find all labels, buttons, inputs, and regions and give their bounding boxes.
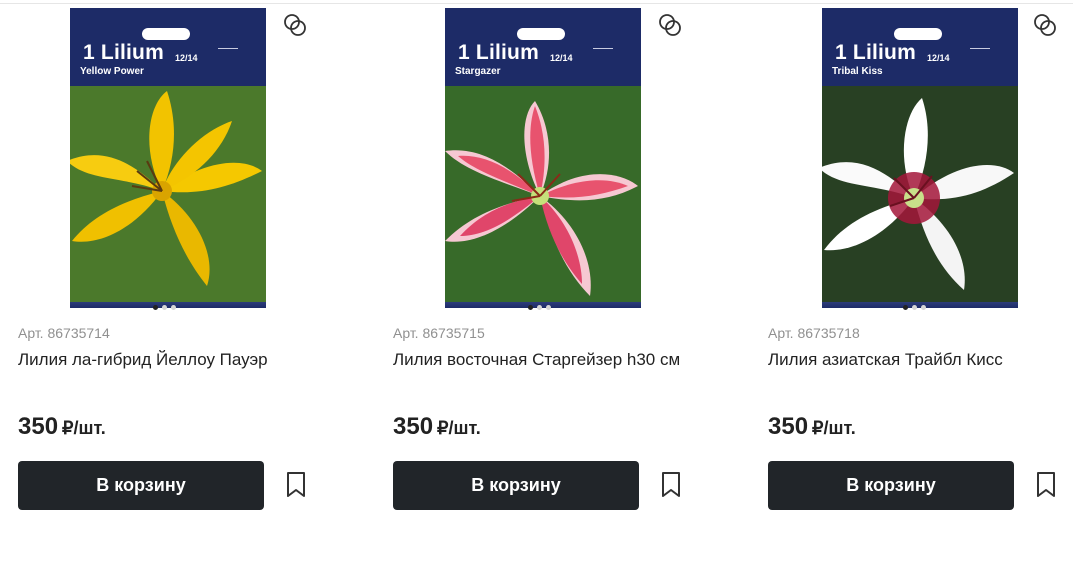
product-card: 1 Lilium 12/14 Yellow Power Арт. 8673571… — [0, 0, 320, 567]
price-unit: ₽/шт. — [812, 418, 856, 438]
package-title: 1 Lilium — [83, 41, 164, 64]
pagination-dot[interactable] — [921, 304, 926, 310]
pagination-dot[interactable] — [162, 304, 167, 310]
product-price: 350 ₽/шт. — [18, 413, 106, 441]
package-dash — [970, 48, 990, 49]
package-header: 1 Lilium 12/14 Yellow Power — [70, 8, 266, 93]
product-price: 350 ₽/шт. — [768, 413, 856, 441]
package-size: 12/14 — [927, 53, 950, 63]
image-pagination[interactable] — [903, 303, 926, 311]
price-unit: ₽/шт. — [437, 418, 481, 438]
compare-icon[interactable] — [282, 12, 308, 38]
package-title: 1 Lilium — [458, 41, 539, 64]
lily-photo — [822, 86, 1018, 308]
product-image[interactable]: 1 Lilium 12/14 Tribal Kiss — [822, 8, 1018, 308]
package-variety: Stargazer — [455, 66, 501, 77]
product-image[interactable]: 1 Lilium 12/14 Stargazer — [445, 8, 641, 308]
package-variety: Yellow Power — [80, 66, 144, 77]
package-dash — [593, 48, 613, 49]
pagination-dot-active[interactable] — [528, 304, 533, 310]
pagination-dot[interactable] — [912, 304, 917, 310]
package-header: 1 Lilium 12/14 Stargazer — [445, 8, 641, 93]
product-sku: Арт. 86735714 — [18, 325, 110, 341]
package-title: 1 Lilium — [835, 41, 916, 64]
product-sku: Арт. 86735715 — [393, 325, 485, 341]
bookmark-icon[interactable] — [660, 471, 682, 499]
package-header: 1 Lilium 12/14 Tribal Kiss — [822, 8, 1018, 93]
price-unit: ₽/шт. — [62, 418, 106, 438]
price-value: 350 — [768, 413, 809, 440]
add-to-cart-button[interactable]: В корзину — [393, 461, 639, 510]
lily-photo — [70, 86, 266, 308]
price-value: 350 — [18, 413, 59, 440]
product-name[interactable]: Лилия ла-гибрид Йеллоу Пауэр — [18, 348, 318, 372]
pagination-dot-active[interactable] — [153, 304, 158, 310]
bookmark-icon[interactable] — [285, 471, 307, 499]
compare-icon[interactable] — [1032, 12, 1058, 38]
package-variety: Tribal Kiss — [832, 66, 883, 77]
package-dash — [218, 48, 238, 49]
image-pagination[interactable] — [153, 303, 176, 311]
image-pagination[interactable] — [528, 303, 551, 311]
add-to-cart-button[interactable]: В корзину — [768, 461, 1014, 510]
add-to-cart-button[interactable]: В корзину — [18, 461, 264, 510]
package-hang-tab — [142, 28, 190, 40]
pagination-dot-active[interactable] — [903, 304, 908, 310]
package-hang-tab — [517, 28, 565, 40]
bookmark-icon[interactable] — [1035, 471, 1057, 499]
compare-icon[interactable] — [657, 12, 683, 38]
product-name[interactable]: Лилия восточная Старгейзер h30 см — [393, 348, 693, 372]
product-price: 350 ₽/шт. — [393, 413, 481, 441]
product-name[interactable]: Лилия азиатская Трайбл Кисс — [768, 348, 1068, 372]
package-size: 12/14 — [175, 53, 198, 63]
pagination-dot[interactable] — [171, 304, 176, 310]
product-image[interactable]: 1 Lilium 12/14 Yellow Power — [70, 8, 266, 308]
lily-photo — [445, 86, 641, 308]
price-value: 350 — [393, 413, 434, 440]
pagination-dot[interactable] — [537, 304, 542, 310]
product-card: 1 Lilium 12/14 Tribal Kiss Арт. 86735718… — [750, 0, 1070, 567]
package-hang-tab — [894, 28, 942, 40]
product-card: 1 Lilium 12/14 Stargazer Арт. 86735715 Л… — [375, 0, 695, 567]
product-sku: Арт. 86735718 — [768, 325, 860, 341]
package-size: 12/14 — [550, 53, 573, 63]
pagination-dot[interactable] — [546, 304, 551, 310]
